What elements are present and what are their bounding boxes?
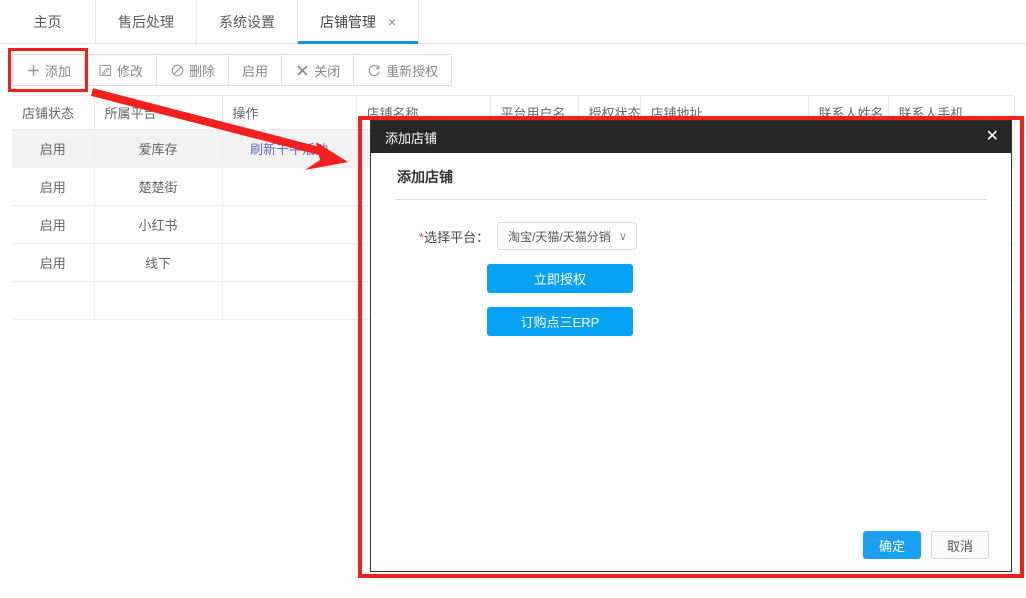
- cell-action-link[interactable]: [222, 205, 357, 244]
- tab-bar: 主页 售后处理 系统设置 店铺管理 ×: [0, 0, 1026, 44]
- reauthorize-button-label: 重新授权: [386, 63, 439, 79]
- delete-button[interactable]: 删除: [157, 55, 230, 85]
- cell-status: 启用: [12, 167, 95, 206]
- column-header-platform[interactable]: 所属平台: [94, 96, 223, 130]
- enable-button[interactable]: 启用: [229, 55, 283, 85]
- add-shop-dialog: 添加店铺 ✕ 添加店铺 *选择平台： 淘宝/天猫/天猫分销 ∨ 立即授权 订购点…: [370, 120, 1012, 572]
- prohibit-icon: [170, 63, 184, 77]
- cross-icon: [295, 63, 309, 77]
- cancel-button-label: 取消: [946, 538, 973, 554]
- confirm-button-label: 确定: [878, 538, 905, 554]
- column-header-status[interactable]: 店铺状态: [12, 96, 95, 130]
- platform-label-text: 选择平台：: [424, 229, 490, 245]
- edit-button[interactable]: 修改: [85, 55, 158, 85]
- platform-select-label: *选择平台：: [419, 227, 489, 246]
- platform-select-value: 淘宝/天猫/天猫分销: [508, 229, 611, 244]
- column-header-action[interactable]: 操作: [222, 96, 357, 130]
- reauthorize-button[interactable]: 重新授权: [354, 55, 452, 85]
- cell-platform: 线下: [94, 243, 223, 282]
- cell-action-link[interactable]: [222, 243, 357, 282]
- order-dianshan-erp-button[interactable]: 订购点三ERP: [487, 307, 633, 336]
- tab-label: 系统设置: [219, 13, 275, 30]
- dialog-footer: 确定 取消: [371, 519, 1011, 571]
- tab-home[interactable]: 主页: [0, 0, 96, 43]
- tab-close-icon[interactable]: ×: [388, 15, 396, 29]
- cell-status: 启用: [12, 129, 95, 168]
- dialog-section-title: 添加店铺: [397, 169, 453, 185]
- disable-button-label: 关闭: [314, 63, 341, 79]
- annotation-highlight-add-button: [8, 48, 88, 92]
- platform-select-row: *选择平台： 淘宝/天猫/天猫分销 ∨: [371, 200, 1011, 250]
- pencil-square-icon: [98, 63, 112, 77]
- authorize-now-button[interactable]: 立即授权: [487, 264, 633, 293]
- enable-button-label: 启用: [242, 63, 269, 79]
- dialog-title-bar: 添加店铺 ✕: [371, 121, 1011, 153]
- platform-select[interactable]: 淘宝/天猫/天猫分销 ∨: [497, 222, 638, 250]
- cell-status: 启用: [12, 205, 95, 244]
- disable-button[interactable]: 关闭: [282, 55, 355, 85]
- edit-button-label: 修改: [117, 63, 144, 79]
- cell-action-link[interactable]: 刷新千牛活动: [222, 129, 357, 168]
- refresh-icon: [367, 63, 381, 77]
- cell-action-link[interactable]: [222, 167, 357, 206]
- cell-platform: 小红书: [94, 205, 223, 244]
- tab-after-sales[interactable]: 售后处理: [96, 0, 197, 43]
- cell-platform: 楚楚街: [94, 167, 223, 206]
- authorize-now-label: 立即授权: [533, 272, 586, 287]
- dialog-body: 添加店铺 *选择平台： 淘宝/天猫/天猫分销 ∨ 立即授权 订购点三ERP: [371, 153, 1011, 519]
- dialog-header-title: 添加店铺: [385, 130, 438, 146]
- tab-label: 主页: [33, 13, 62, 30]
- cell-status: 启用: [12, 243, 95, 282]
- confirm-button[interactable]: 确定: [863, 531, 921, 559]
- delete-button-label: 删除: [189, 63, 216, 79]
- tab-system-settings[interactable]: 系统设置: [197, 0, 298, 43]
- cancel-button[interactable]: 取消: [931, 531, 989, 559]
- tab-shop-management[interactable]: 店铺管理 ×: [298, 0, 420, 44]
- chevron-down-icon: ∨: [619, 230, 628, 243]
- order-erp-label: 订购点三ERP: [520, 315, 600, 330]
- cell-platform: 爱库存: [94, 129, 223, 168]
- tab-label: 店铺管理: [320, 13, 376, 30]
- tab-label: 售后处理: [118, 13, 174, 30]
- close-icon[interactable]: ✕: [986, 129, 999, 145]
